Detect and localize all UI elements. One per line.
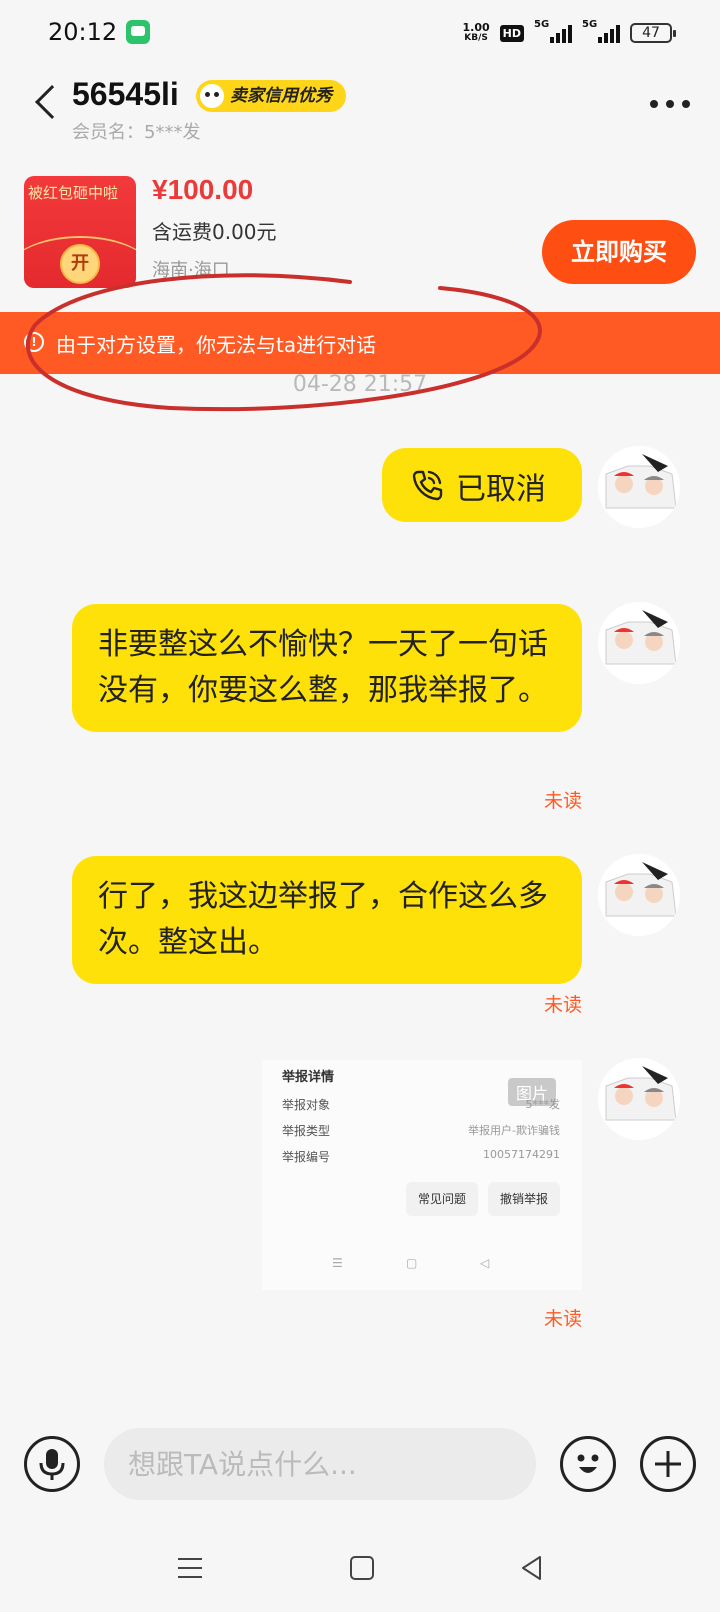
red-circle-annotation [25, 273, 542, 412]
status-time: 20:12 [48, 18, 118, 46]
message-input[interactable] [104, 1428, 536, 1500]
signal-icon-2: 5G [582, 19, 620, 43]
call-status-text: 已取消 [456, 472, 546, 507]
image-title: 举报详情 [282, 1070, 335, 1085]
user-avatar[interactable] [598, 1058, 680, 1140]
image-nav-home-icon: ▢ [406, 1256, 418, 1270]
status-bar: 20:12 1.00 KB/S HD 5G 5G 47 [0, 0, 720, 66]
image-nav-back-icon: ◁ [480, 1256, 490, 1270]
seller-credit-badge: 卖家信用优秀 [196, 80, 346, 112]
signal-icon: 5G [534, 19, 572, 43]
image-row-label: 举报对象 [282, 1098, 331, 1112]
chat-header: 56545li 卖家信用优秀 会员名：5***发 [0, 66, 720, 152]
microphone-icon [39, 1449, 65, 1480]
image-row-value: 5***发 [525, 1098, 561, 1111]
more-options-icon[interactable] [650, 100, 690, 108]
input-bar [0, 1420, 720, 1520]
user-avatar[interactable] [598, 602, 680, 684]
badge-face-icon [200, 84, 224, 108]
network-speed: 1.00 KB/S [462, 21, 490, 43]
menu-icon[interactable] [176, 1554, 204, 1582]
voice-button[interactable] [24, 1436, 80, 1492]
buy-now-button[interactable]: 立即购买 [542, 220, 696, 284]
status-indicators: 1.00 KB/S HD 5G 5G 47 [462, 19, 676, 46]
image-message[interactable]: 举报详情 图片 举报对象 5***发 举报类型 举报用户-欺诈骗钱 举报编号 1… [262, 1060, 582, 1290]
user-avatar[interactable] [598, 446, 680, 528]
image-row-label: 举报类型 [282, 1124, 331, 1138]
unread-status: 未读 [543, 790, 582, 812]
text-message-bubble[interactable]: 行了，我这边举报了，合作这么多次。整这出。 [72, 856, 582, 984]
image-row-value: 10057174291 [483, 1148, 560, 1161]
call-message-bubble[interactable]: 已取消 [382, 448, 582, 522]
member-name: 会员名：5***发 [72, 122, 201, 143]
text-message-bubble[interactable]: 非要整这么不愉快？一天了一句话没有，你要这么整，那我举报了。 [72, 604, 582, 732]
home-icon[interactable] [348, 1554, 376, 1582]
system-nav-bar [0, 1530, 720, 1612]
emoji-icon [577, 1454, 599, 1473]
unread-status: 未读 [543, 1308, 582, 1330]
back-icon[interactable] [35, 85, 69, 119]
emoji-button[interactable] [560, 1436, 616, 1492]
chat-title: 56545li [72, 76, 179, 112]
shipping-fee: 含运费0.00元 [152, 220, 277, 244]
message-notification-icon [126, 20, 150, 44]
image-revoke-button: 撤销举报 [488, 1182, 561, 1216]
hd-voice-icon: HD [499, 24, 524, 42]
image-faq-button: 常见问题 [406, 1182, 479, 1216]
image-row-label: 举报编号 [282, 1150, 331, 1164]
battery-icon: 47 [630, 23, 676, 43]
product-price: ¥100.00 [152, 174, 254, 205]
unread-status: 未读 [543, 994, 582, 1016]
add-button[interactable] [640, 1436, 696, 1492]
user-avatar[interactable] [598, 854, 680, 936]
image-row-value: 举报用户-欺诈骗钱 [468, 1124, 560, 1137]
phone-icon [412, 470, 443, 501]
image-nav-menu-icon: ☰ [332, 1256, 343, 1270]
back-nav-icon[interactable] [518, 1554, 546, 1582]
